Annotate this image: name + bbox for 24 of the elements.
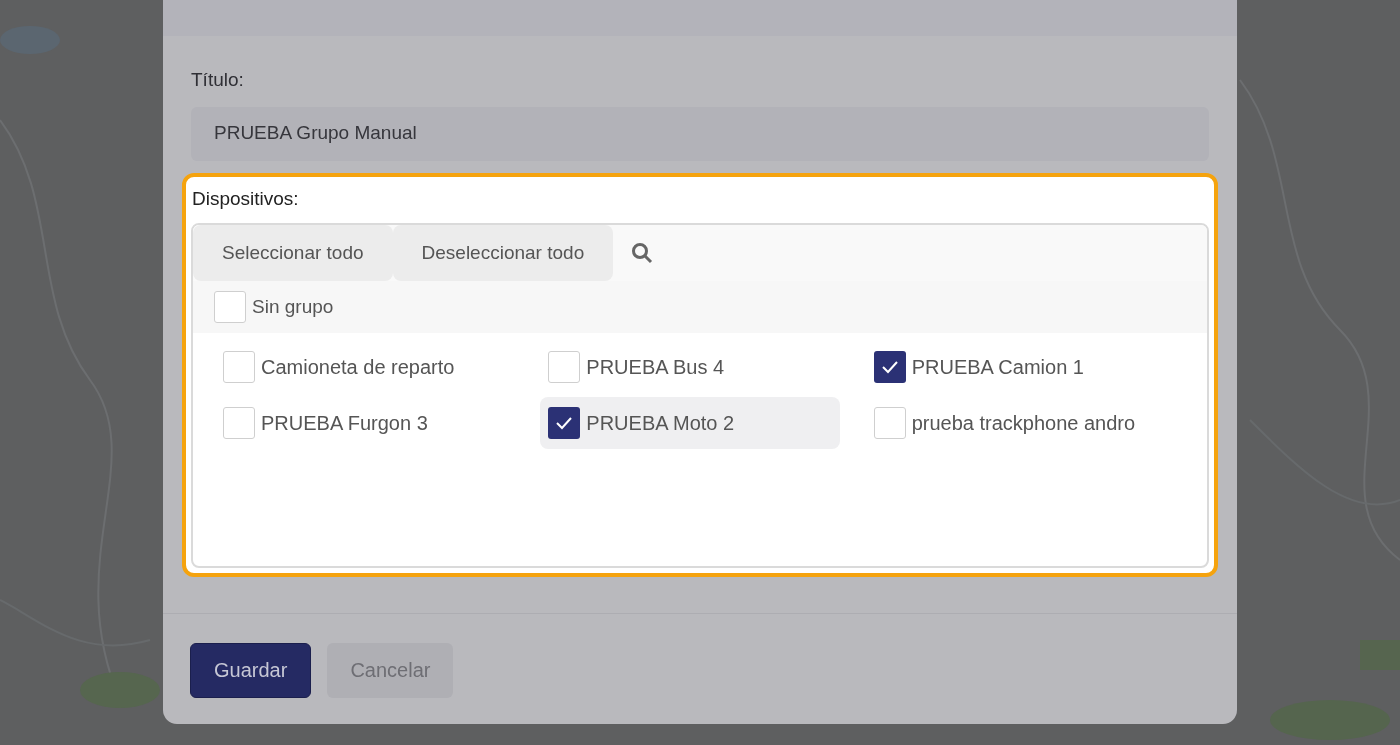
checkbox[interactable] xyxy=(873,407,906,439)
checkbox[interactable] xyxy=(548,351,581,383)
checkbox-label: PRUEBA Furgon 3 xyxy=(261,411,428,436)
checkbox-label: Sin grupo xyxy=(252,294,334,319)
toolbar-button[interactable]: Deseleccionar todo xyxy=(392,225,614,281)
checkbox-label: prueba trackphone andro xyxy=(911,411,1136,436)
search-icon[interactable] xyxy=(631,242,654,264)
checkbox[interactable] xyxy=(873,351,906,383)
checkbox[interactable] xyxy=(214,291,246,323)
checkbox-label: PRUEBA Camion 1 xyxy=(911,355,1084,380)
checkbox-label: PRUEBA Moto 2 xyxy=(586,411,735,436)
checkbox-label: Camioneta de reparto xyxy=(261,355,455,380)
device-item[interactable]: PRUEBA Moto 2 xyxy=(540,397,841,449)
check-icon xyxy=(555,416,574,430)
toolbar-button[interactable]: Seleccionar todo xyxy=(193,225,393,281)
checkbox-label: PRUEBA Bus 4 xyxy=(586,355,725,380)
checkbox[interactable] xyxy=(548,407,581,439)
field-label: Título: xyxy=(191,68,245,92)
title-field[interactable]: PRUEBA Grupo Manual xyxy=(191,106,1209,161)
checkbox[interactable] xyxy=(223,351,255,383)
save-button[interactable]: Guardar xyxy=(190,642,312,698)
checkbox[interactable] xyxy=(223,407,255,439)
check-icon xyxy=(880,360,899,374)
field-label: Dispositivos: xyxy=(192,186,300,211)
